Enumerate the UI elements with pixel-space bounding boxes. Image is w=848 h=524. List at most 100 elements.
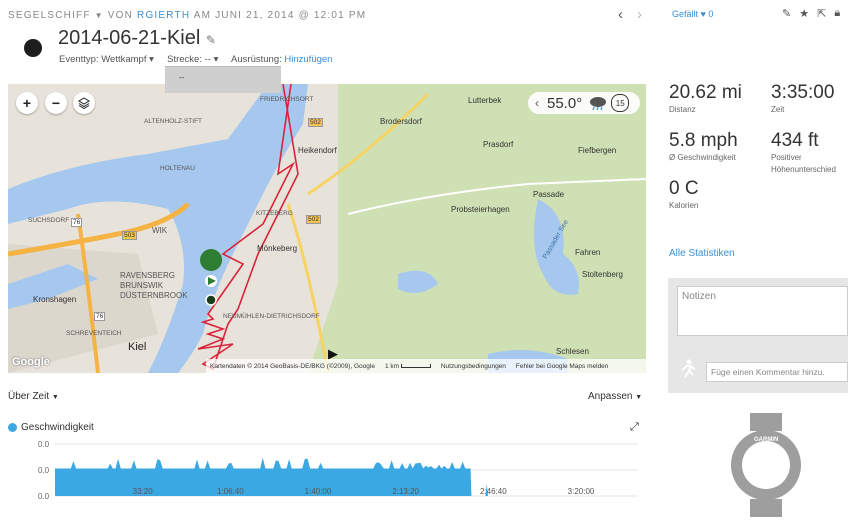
scale-bar: 1 km — [385, 363, 431, 370]
expand-icon[interactable]: ⤢ — [630, 421, 639, 434]
equipment-add-link[interactable]: Hinzufügen — [284, 54, 332, 65]
activity-type[interactable]: SEGELSCHIFF — [8, 10, 91, 21]
activity-title: 2014-06-21-Kiel ✎ — [58, 27, 216, 49]
map-place-label: Kiel — [128, 341, 147, 353]
lock-icon[interactable]: 🔒︎ — [834, 7, 840, 20]
temperature: 55.0° — [547, 94, 583, 112]
activity-settings: Eventtyp: Wettkampf ▾ Strecke: -- ▾ Ausr… — [59, 54, 332, 65]
next-arrow-icon[interactable]: › — [637, 6, 642, 23]
weather-widget[interactable]: ‹ 55.0° 15 — [528, 92, 640, 114]
map-place-label: HOLTENAU — [160, 165, 195, 172]
user-avatar-icon — [677, 358, 699, 380]
x-axis-mode-select[interactable]: Über Zeit ▼ — [8, 391, 59, 402]
notes-textarea[interactable]: Notizen — [677, 286, 848, 336]
dropdown-option[interactable]: -- — [179, 73, 184, 82]
map-place-label: Schlesen — [556, 347, 589, 356]
zoom-out-button[interactable]: − — [45, 92, 67, 114]
x-tick-label: 2:46:40 — [480, 487, 507, 496]
pencil-icon[interactable]: ✎ — [782, 7, 791, 20]
map-place-label: Probsteierhagen — [451, 205, 510, 214]
like-button[interactable]: Gefällt ♥ 0 — [672, 9, 713, 19]
layers-icon[interactable] — [73, 92, 95, 114]
stat-value: 5.8 mph — [669, 130, 738, 151]
course-dropdown[interactable]: -- — [165, 66, 281, 93]
action-icons: ✎ ★ ⇱ 🔒︎ — [782, 7, 840, 20]
road-shield: 502 — [308, 118, 323, 127]
x-tick-label: 33:20 — [133, 487, 154, 496]
map-place-label: DÜSTERNBROOK — [120, 291, 188, 300]
stat-value: 3:35:00 — [771, 82, 835, 103]
y-tick-label: 0.0 — [38, 440, 50, 449]
map-place-label: Brodersdorf — [380, 117, 422, 126]
comment-input[interactable]: Füge einen Kommentar hinzu. — [706, 362, 848, 382]
map-place-label: Stoltenberg — [582, 270, 623, 279]
map-place-label: Heikendorf — [298, 146, 337, 155]
activity-meta: SEGELSCHIFF ▼ VON RGIERTH AM JUNI 21, 20… — [8, 10, 366, 21]
wind-icon: 15 — [611, 94, 630, 112]
device-brand: GARMIN — [754, 437, 779, 443]
map-attribution: Kartendaten © 2014 GeoBasis-DE/BKG (©200… — [206, 359, 646, 373]
map-place-label: KITZEBERG — [256, 210, 293, 217]
map-place-label: Kronshagen — [33, 295, 77, 304]
star-icon[interactable]: ★ — [799, 7, 809, 20]
notes-panel: Notizen Füge einen Kommentar hinzu. — [668, 278, 848, 393]
x-tick-label: 3:20:00 — [568, 487, 595, 496]
stat-label: Kalorien — [669, 201, 699, 210]
speed-chart[interactable]: 0.0 0.0 0.0 33:20 1:06:40 1:40:00 2:13:20 2:46… — [0, 436, 648, 524]
chevron-left-icon[interactable]: ‹ — [535, 96, 539, 110]
customize-select[interactable]: Anpassen ▼ — [588, 391, 642, 402]
terms-link[interactable]: Nutzungsbedingungen — [441, 363, 506, 370]
road-shield: 503 — [122, 231, 137, 240]
prev-arrow-icon[interactable]: ‹ — [618, 6, 623, 23]
device-image: GARMIN — [730, 413, 802, 517]
course-select[interactable]: -- ▾ — [205, 54, 219, 65]
date-text: AM JUNI 21, 2014 @ 12:01 PM — [193, 10, 367, 21]
chart-legend: Geschwindigkeit — [8, 422, 94, 433]
map-place-label: Fiefbergen — [578, 146, 617, 155]
map-place-label: Passade — [533, 190, 565, 199]
map-place-label: FRIEDRICHSORT — [260, 96, 314, 103]
stat-label: Ø Geschwindigkeit — [669, 153, 736, 162]
stat-label: Distanz — [669, 105, 696, 114]
road-shield: 76 — [94, 312, 106, 321]
map-place-label: Prasdorf — [483, 140, 514, 149]
share-icon[interactable]: ⇱ — [817, 7, 826, 20]
map-place-label: Lutterbek — [468, 96, 502, 105]
stat-value: 20.62 mi — [669, 82, 742, 103]
map-place-label: SUCHSDORF — [28, 217, 70, 224]
google-logo: Google — [12, 356, 50, 368]
by-label: VON — [107, 10, 134, 21]
pencil-icon[interactable]: ✎ — [206, 33, 216, 47]
stat-avg-speed: 5.8 mph Ø Geschwindigkeit — [669, 130, 738, 164]
stat-distance: 20.62 mi Distanz — [669, 82, 742, 116]
road-shield: 76 — [71, 218, 83, 227]
event-type-select[interactable]: Wettkampf ▾ — [101, 54, 154, 65]
stat-calories: 0 C Kalorien — [669, 178, 699, 212]
map-place-label: RAVENSBERG — [120, 271, 175, 280]
event-type-label: Eventtyp: — [59, 54, 99, 65]
map-place-label: NEUMÜHLEN-DIETRICHSDORF — [223, 313, 320, 320]
map-place-label: ALTENHOLZ-STIFT — [144, 118, 203, 125]
rain-cloud-icon — [588, 95, 608, 111]
map-place-label: Mönkeberg — [257, 244, 298, 253]
report-error-link[interactable]: Fehler bei Google Maps melden — [516, 363, 609, 370]
road-shield: 502 — [306, 215, 321, 224]
x-tick-label: 2:13:20 — [392, 487, 419, 496]
heart-icon: ♥ — [700, 9, 706, 19]
attribution-text: Kartendaten © 2014 GeoBasis-DE/BKG (©200… — [210, 362, 375, 370]
zoom-in-button[interactable]: + — [16, 92, 38, 114]
y-tick-label: 0.0 — [38, 466, 50, 475]
x-tick-label: 1:06:40 — [217, 487, 244, 496]
user-link[interactable]: RGIERTH — [137, 10, 190, 21]
y-tick-label: 0.0 — [38, 492, 50, 501]
all-stats-link[interactable]: Alle Statistiken — [669, 248, 735, 259]
stat-value: 434 ft — [771, 130, 819, 151]
stat-label: Zeit — [771, 105, 785, 114]
stat-time: 3:35:00 Zeit — [771, 82, 834, 116]
x-tick-label: 1:40:00 — [305, 487, 332, 496]
chevron-down-icon[interactable]: ▼ — [95, 11, 104, 20]
route-map[interactable]: FRIEDRICHSORT Lutterbek Brodersdorf Heik… — [8, 84, 646, 373]
stat-label: Positiver Höhenunterschied — [771, 153, 836, 174]
stat-value: 0 C — [669, 178, 699, 199]
equipment-label: Ausrüstung: — [231, 54, 282, 65]
